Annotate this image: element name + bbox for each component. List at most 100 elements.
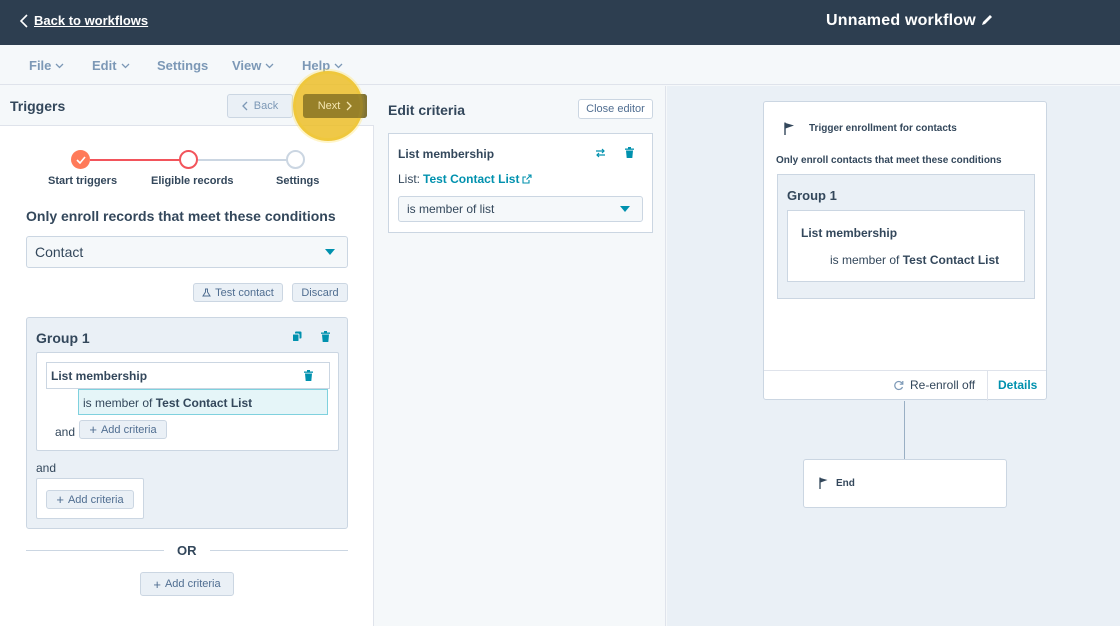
- or-add-criteria-button[interactable]: + Add criteria: [140, 572, 234, 596]
- trash-icon[interactable]: [625, 147, 634, 158]
- add-criteria-label: Add criteria: [100, 423, 157, 436]
- checkmark-icon: [75, 155, 86, 164]
- reenroll-label: Re-enroll off: [910, 378, 976, 392]
- back-button-label: Back: [253, 100, 279, 112]
- menu-file[interactable]: File: [29, 58, 64, 73]
- next-button[interactable]: Next: [303, 94, 367, 118]
- menu-file-label: File: [29, 58, 52, 73]
- end-label-row: End: [819, 477, 855, 489]
- menu-view-label: View: [232, 58, 262, 73]
- swap-icon[interactable]: [595, 148, 606, 158]
- trigger-card-header: Trigger enrollment for contacts: [784, 122, 957, 135]
- trash-icon[interactable]: [304, 370, 313, 381]
- trash-icon[interactable]: [321, 331, 330, 342]
- refresh-icon: [894, 380, 904, 390]
- trigger-card-title: Trigger enrollment for contacts: [809, 123, 957, 134]
- canvas-criteria-title: List membership: [801, 226, 898, 240]
- and-label: and: [55, 425, 76, 439]
- end-card: End: [803, 459, 1007, 508]
- object-type-select[interactable]: Contact: [26, 236, 348, 268]
- object-type-value: Contact: [35, 244, 84, 260]
- group-title: Group 1: [36, 330, 90, 346]
- edit-criteria-panel: Edit criteria Close editor List membersh…: [375, 86, 666, 626]
- workflow-canvas: Trigger enrollment for contacts Only enr…: [667, 86, 1120, 626]
- chevron-down-icon: [265, 63, 274, 68]
- editor-criteria-title: List membership: [398, 147, 495, 161]
- pencil-icon[interactable]: [980, 13, 994, 27]
- test-contact-button[interactable]: Test contact: [193, 283, 283, 302]
- chevron-right-icon: [346, 101, 353, 111]
- or-divider-left: [26, 550, 164, 551]
- back-to-workflows-link[interactable]: Back to workflows: [20, 13, 148, 28]
- group-and-label: and: [36, 461, 57, 475]
- step-label-settings: Settings: [276, 175, 320, 187]
- criteria-title: List membership: [51, 369, 148, 383]
- canvas-group-title: Group 1: [787, 188, 837, 203]
- or-label: OR: [177, 543, 197, 558]
- or-add-criteria-label: Add criteria: [164, 578, 221, 590]
- test-contact-label: Test contact: [215, 286, 274, 299]
- end-label: End: [836, 477, 855, 489]
- criteria-filter-row[interactable]: is member of Test Contact List: [78, 389, 328, 415]
- step-settings-dot[interactable]: [286, 150, 305, 169]
- back-button[interactable]: Back: [227, 94, 293, 118]
- canvas-criteria-text: is member of Test Contact List: [830, 253, 999, 267]
- discard-button[interactable]: Discard: [292, 283, 348, 302]
- criteria-filter-text: is member of Test Contact List: [83, 396, 252, 410]
- external-link-icon[interactable]: [522, 174, 533, 184]
- triggers-title: Triggers: [10, 98, 66, 114]
- operator-value: is member of list: [407, 202, 495, 216]
- caret-down-icon: [325, 249, 335, 255]
- chevron-left-icon: [20, 13, 28, 28]
- menu-bar: File Edit Settings View Help: [0, 45, 1120, 85]
- add-criteria-block: + Add criteria: [36, 478, 144, 519]
- plus-icon: +: [89, 422, 97, 437]
- criteria-editor-card: List membership List: Test Contact List …: [388, 133, 653, 233]
- discard-label: Discard: [301, 286, 339, 299]
- step-label-start-triggers: Start triggers: [48, 175, 118, 187]
- step-eligible-records-dot[interactable]: [179, 150, 198, 169]
- reenroll-status[interactable]: Re-enroll off: [893, 378, 975, 392]
- top-bar: Back to workflows Unnamed workflow: [0, 0, 1120, 45]
- flag-icon: [784, 122, 794, 135]
- plus-icon: +: [153, 576, 161, 592]
- trigger-card[interactable]: Trigger enrollment for contacts Only enr…: [763, 101, 1047, 401]
- member-prefix: is member of: [83, 396, 153, 410]
- menu-settings[interactable]: Settings: [157, 58, 208, 73]
- triggers-panel: Triggers Back Start triggers Eligible re…: [0, 86, 374, 626]
- or-divider-right: [210, 550, 348, 551]
- beaker-icon: [202, 288, 212, 297]
- canvas-list-name: Test Contact List: [902, 253, 1000, 267]
- canvas-criteria: List membership is member of Test Contac…: [787, 210, 1025, 282]
- chevron-left-icon: [241, 101, 248, 111]
- stepper-line-pending: [198, 159, 288, 161]
- menu-edit[interactable]: Edit: [92, 58, 130, 73]
- operator-select[interactable]: is member of list: [398, 196, 643, 222]
- details-link[interactable]: Details: [998, 378, 1037, 392]
- chevron-down-icon: [121, 63, 130, 68]
- clone-icon[interactable]: [292, 331, 302, 342]
- canvas-member-prefix: is member of: [830, 253, 900, 267]
- criteria-header[interactable]: List membership: [46, 362, 330, 389]
- step-start-triggers-dot[interactable]: [71, 150, 90, 169]
- edit-criteria-title: Edit criteria: [388, 102, 466, 118]
- chevron-down-icon: [334, 63, 343, 68]
- criteria-block: List membership is member of Test Contac…: [36, 352, 339, 451]
- footer-divider: [987, 371, 988, 401]
- chevron-down-icon: [55, 63, 64, 68]
- add-criteria-button[interactable]: + Add criteria: [79, 420, 167, 439]
- close-editor-button[interactable]: Close editor: [578, 99, 653, 119]
- trigger-group-1: Group 1 List membership is member of Tes…: [26, 317, 348, 529]
- menu-view[interactable]: View: [232, 58, 274, 73]
- workflow-title[interactable]: Unnamed workflow: [826, 12, 976, 30]
- list-reference: List: Test Contact List: [398, 172, 533, 186]
- list-name: Test Contact List: [155, 396, 253, 410]
- group-add-criteria-label: Add criteria: [67, 493, 124, 506]
- group-add-criteria-button[interactable]: + Add criteria: [46, 490, 134, 509]
- flag-icon: [819, 477, 828, 489]
- list-link[interactable]: Test Contact List: [423, 172, 519, 186]
- caret-down-icon: [620, 206, 630, 212]
- canvas-group-1: Group 1 List membership is member of Tes…: [777, 174, 1035, 299]
- trigger-card-subtitle: Only enroll contacts that meet these con…: [776, 155, 1002, 166]
- next-button-label: Next: [317, 100, 341, 112]
